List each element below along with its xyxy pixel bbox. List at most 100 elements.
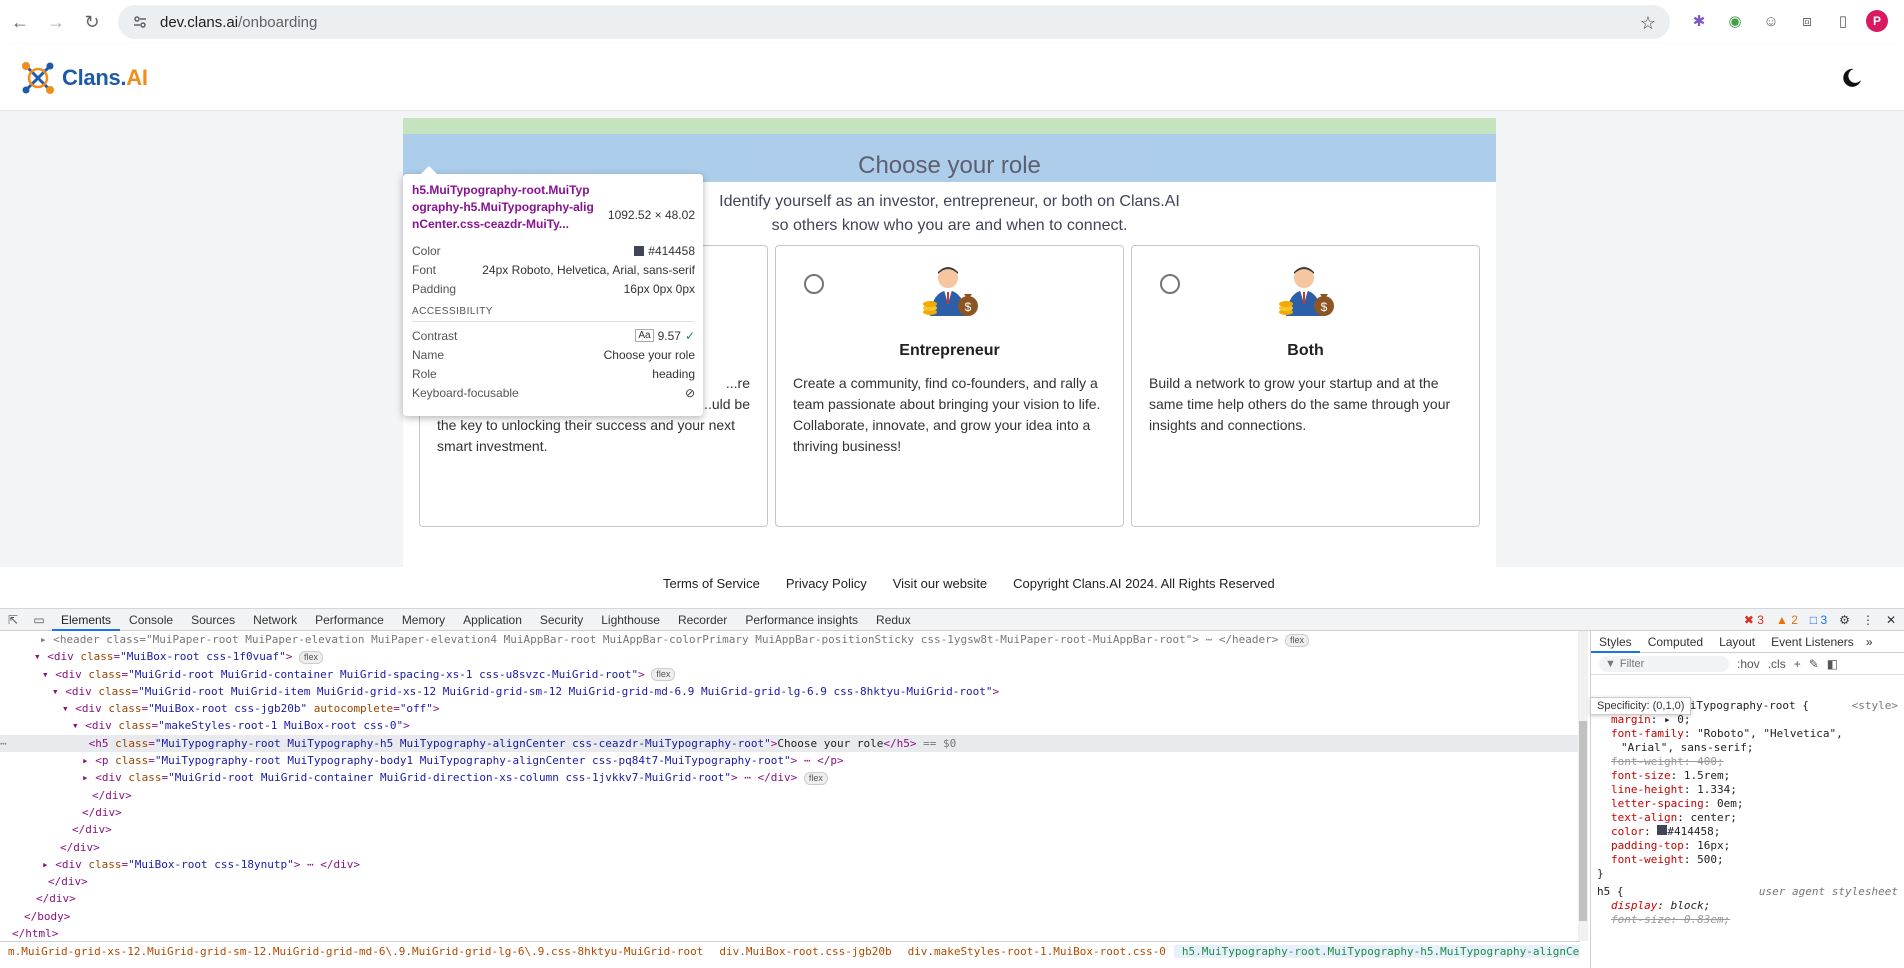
tab-security[interactable]: Security xyxy=(531,609,592,631)
cls-toggle[interactable]: .cls xyxy=(1768,657,1786,671)
tab-styles[interactable]: Styles xyxy=(1591,631,1640,653)
role-desc-entrepreneur: Create a community, find co-founders, an… xyxy=(793,375,1101,454)
filter-icon: ▼ xyxy=(1605,657,1616,670)
footer-link-privacy[interactable]: Privacy Policy xyxy=(786,576,867,591)
devtools-tabbar: ⇱ ▭ Elements Console Sources Network Per… xyxy=(0,609,1904,631)
dark-mode-moon-icon[interactable] xyxy=(1840,66,1864,90)
tab-application[interactable]: Application xyxy=(454,609,531,631)
tooltip-contrast-label: Contrast xyxy=(412,328,458,343)
footer-link-website[interactable]: Visit our website xyxy=(893,576,987,591)
tooltip-name-value: Choose your role xyxy=(603,347,695,362)
breadcrumb-item-active[interactable]: h5.MuiTypography-root.MuiTypography-h5.M… xyxy=(1173,945,1580,958)
dom-node[interactable]: </div> xyxy=(0,873,1580,890)
dom-node[interactable]: </div> xyxy=(0,839,1580,856)
site-settings-icon[interactable] xyxy=(132,13,150,31)
tooltip-selector: h5.MuiTypography-root.MuiTypography-h5.M… xyxy=(412,183,594,231)
tooltip-accessibility-heading: ACCESSIBILITY xyxy=(412,306,695,322)
tab-sources[interactable]: Sources xyxy=(182,609,244,631)
tab-console[interactable]: Console xyxy=(120,609,182,631)
dom-node[interactable]: </html> xyxy=(0,925,1580,941)
role-title-entrepreneur: Entrepreneur xyxy=(899,342,1000,359)
inspect-element-icon[interactable]: ⇱ xyxy=(0,613,26,627)
styles-filter-input[interactable]: ▼ Filter xyxy=(1599,655,1729,672)
browser-toolbar: ← → ↻ dev.clans.ai/onboarding ☆ ✱ ◉ ☺ ⧈ … xyxy=(0,0,1904,44)
dom-node[interactable]: ▾ <div class="makeStyles-root-1 MuiBox-r… xyxy=(0,717,1580,734)
clans-logo[interactable]: Clans.AI xyxy=(20,60,148,96)
styles-filter-bar: ▼ Filter :hov .cls + ✎ ◧ xyxy=(1591,653,1904,675)
forward-icon[interactable]: → xyxy=(38,4,74,40)
dom-tree-scrollbar[interactable] xyxy=(1578,631,1588,941)
dom-node-selected[interactable]: ⋯ <h5 class="MuiTypography-root MuiTypogr… xyxy=(0,734,1580,753)
dom-node[interactable]: ▸ <p class="MuiTypography-root MuiTypogr… xyxy=(0,752,1580,769)
breadcrumb-item[interactable]: div.MuiBox-root.css-jgb20b xyxy=(711,945,899,958)
tab-computed[interactable]: Computed xyxy=(1640,631,1711,653)
hov-toggle[interactable]: :hov xyxy=(1737,657,1760,671)
computed-sidebar-icon[interactable]: ◧ xyxy=(1827,657,1838,671)
specificity-tooltip: Specificity: (0,1,0) xyxy=(1590,697,1692,715)
dom-node[interactable]: ▾ <div class="MuiGrid-root MuiGrid-conta… xyxy=(0,666,1580,683)
businessman-money-icon: $ xyxy=(1278,267,1334,316)
role-radio-entrepreneur[interactable] xyxy=(804,274,824,294)
clans-logo-icon xyxy=(22,62,54,94)
close-devtools-icon[interactable]: ✕ xyxy=(1886,613,1896,627)
tooltip-keyboard-label: Keyboard-focusable xyxy=(412,385,519,400)
extensions-menu-icon[interactable]: ⧈ xyxy=(1794,8,1820,34)
role-card-both[interactable]: $ Both Build a network to grow your star… xyxy=(1131,245,1480,527)
profile-avatar[interactable]: P xyxy=(1866,10,1888,32)
address-bar[interactable]: dev.clans.ai/onboarding ☆ xyxy=(118,5,1670,39)
breadcrumb-item[interactable]: m.MuiGrid-grid-xs-12.MuiGrid-grid-sm-12.… xyxy=(0,945,711,958)
dom-node[interactable]: </div> xyxy=(0,787,1580,804)
extension-puzzle-purple-icon[interactable]: ✱ xyxy=(1686,8,1712,34)
settings-gear-icon[interactable]: ⚙ xyxy=(1839,613,1850,627)
tab-memory[interactable]: Memory xyxy=(393,609,454,631)
tooltip-padding-value: 16px 0px 0px xyxy=(623,281,695,296)
dom-node[interactable]: ▸ <div class="MuiBox-root css-18ynutp"> … xyxy=(0,856,1580,873)
menu-kebab-icon[interactable]: ⋮ xyxy=(1898,8,1904,34)
devtools-panel: ⇱ ▭ Elements Console Sources Network Per… xyxy=(0,608,1904,968)
tab-event-listeners[interactable]: Event Listeners xyxy=(1763,631,1862,653)
dom-tree[interactable]: ▸ <header class="MuiPaper-root MuiPaper-… xyxy=(0,631,1580,941)
tab-performance[interactable]: Performance xyxy=(306,609,393,631)
dom-node[interactable]: ▸ <div class="MuiGrid-root MuiGrid-conta… xyxy=(0,769,1580,786)
sidebar-icon[interactable]: ▯ xyxy=(1830,8,1856,34)
bookmark-star-icon[interactable]: ☆ xyxy=(1640,13,1656,34)
extension-face-icon[interactable]: ☺ xyxy=(1758,8,1784,34)
dom-node[interactable]: </div> xyxy=(0,890,1580,907)
inspect-element-tooltip: h5.MuiTypography-root.MuiTypography-h5.M… xyxy=(403,166,703,416)
dom-node[interactable]: ▸ <header class="MuiPaper-root MuiPaper-… xyxy=(0,631,1580,648)
tooltip-dimensions: 1092.52 × 48.02 xyxy=(607,208,695,222)
breadcrumb-item[interactable]: div.makeStyles-root-1.MuiBox-root.css-0 xyxy=(900,945,1174,958)
paint-icon[interactable]: ✎ xyxy=(1809,657,1819,671)
tab-lighthouse[interactable]: Lighthouse xyxy=(592,609,669,631)
url-path: /onboarding xyxy=(238,13,318,31)
tab-performance-insights[interactable]: Performance insights xyxy=(736,609,867,631)
more-tabs-icon[interactable]: » xyxy=(1866,635,1873,649)
extension-green-icon[interactable]: ◉ xyxy=(1722,8,1748,34)
dom-node[interactable]: </body> xyxy=(0,908,1580,925)
more-options-icon[interactable]: ⋮ xyxy=(1862,613,1874,627)
tab-layout[interactable]: Layout xyxy=(1711,631,1763,653)
error-count-badge[interactable]: ✖ 3 xyxy=(1744,613,1764,627)
tab-redux[interactable]: Redux xyxy=(867,609,920,631)
role-card-entrepreneur[interactable]: $ Entrepreneur Create a community, find … xyxy=(775,245,1124,527)
dom-node[interactable]: </div> xyxy=(0,821,1580,838)
dom-node[interactable]: ▾ <div class="MuiGrid-root MuiGrid-item … xyxy=(0,683,1580,700)
footer-links: Terms of Service Privacy Policy Visit ou… xyxy=(663,576,1275,591)
dom-node[interactable]: ▾ <div class="MuiBox-root css-jgb20b" au… xyxy=(0,700,1580,717)
back-icon[interactable]: ← xyxy=(2,4,38,40)
warning-count-badge[interactable]: ▲ 2 xyxy=(1776,613,1798,627)
info-count-badge[interactable]: □ 3 xyxy=(1810,613,1827,627)
css-rule[interactable]: .css-ceazdr-MuiTypography-root {<style> … xyxy=(1591,697,1904,929)
dom-node[interactable]: </div> xyxy=(0,804,1580,821)
tooltip-color-value: #414458 xyxy=(648,243,695,258)
tab-elements[interactable]: Elements xyxy=(52,609,121,631)
device-toolbar-icon[interactable]: ▭ xyxy=(26,613,52,627)
role-radio-both[interactable] xyxy=(1160,274,1180,294)
footer-link-terms[interactable]: Terms of Service xyxy=(663,576,760,591)
tab-recorder[interactable]: Recorder xyxy=(669,609,736,631)
reload-icon[interactable]: ↻ xyxy=(74,4,110,40)
tab-network[interactable]: Network xyxy=(244,609,306,631)
svg-text:$: $ xyxy=(1320,300,1327,314)
dom-node[interactable]: ▾ <div class="MuiBox-root css-1f0vuaf"> … xyxy=(0,648,1580,665)
add-rule-icon[interactable]: + xyxy=(1794,657,1801,671)
